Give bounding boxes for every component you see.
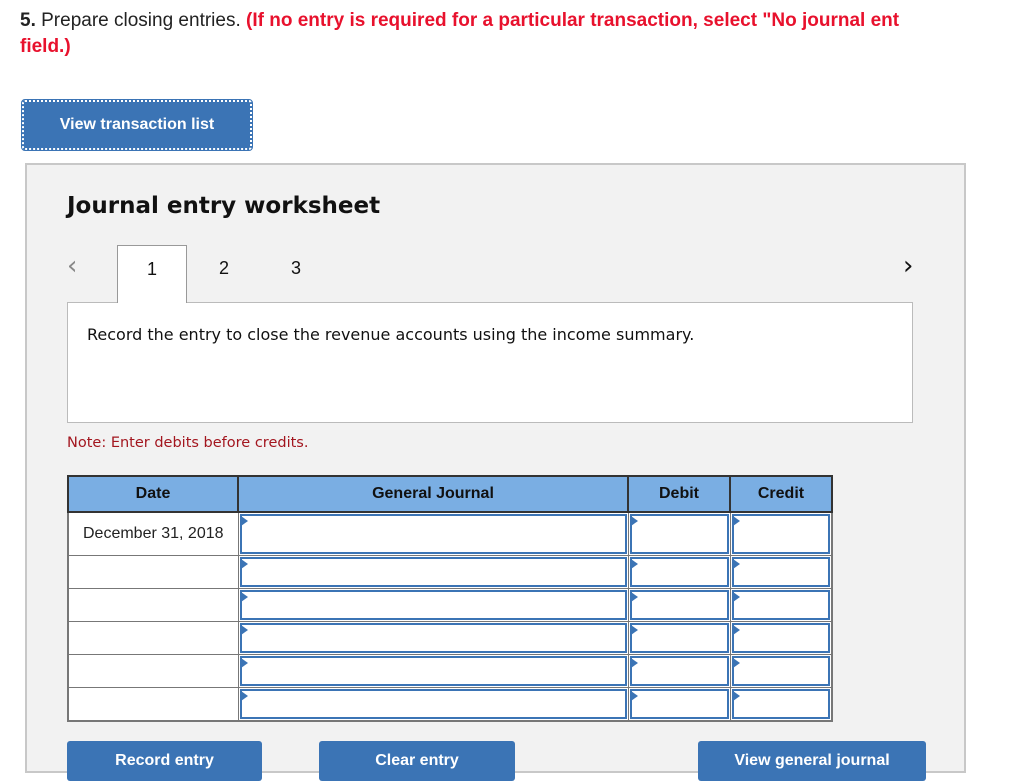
dropdown-flag-icon <box>732 516 740 526</box>
table-row <box>67 621 833 655</box>
tab-2[interactable]: 2 <box>189 245 259 303</box>
date-cell <box>67 555 239 589</box>
credit-input[interactable] <box>731 656 830 686</box>
account-input[interactable] <box>239 656 627 686</box>
journal-entry-worksheet-panel: Journal entry worksheet ‹ 1 2 3 › Record… <box>25 163 966 781</box>
table-row <box>67 555 833 589</box>
dropdown-flag-icon <box>240 516 248 526</box>
question-text: 5. Prepare closing entries. (If no entry… <box>20 8 1024 60</box>
note-text: Note: Enter debits before credits. <box>67 435 309 451</box>
dropdown-flag-icon <box>630 516 638 526</box>
debit-input[interactable] <box>629 514 729 554</box>
record-entry-button[interactable]: Record entry <box>67 741 262 781</box>
dropdown-flag-icon <box>732 625 740 635</box>
dropdown-flag-icon <box>630 559 638 569</box>
credit-input[interactable] <box>731 623 830 653</box>
table-row <box>67 654 833 688</box>
instruction-box: Record the entry to close the revenue ac… <box>67 302 913 423</box>
debit-input[interactable] <box>629 557 729 587</box>
dropdown-flag-icon <box>240 625 248 635</box>
worksheet-title: Journal entry worksheet <box>67 193 381 219</box>
date-cell <box>67 654 239 688</box>
credit-input[interactable] <box>731 514 830 554</box>
date-cell <box>67 687 239 722</box>
view-transaction-list-button[interactable]: View transaction list <box>21 99 253 151</box>
date-cell <box>67 588 239 622</box>
header-general-journal: General Journal <box>237 475 629 513</box>
instruction-text: Record the entry to close the revenue ac… <box>87 325 695 344</box>
question-hint: (If no entry is required for a particula… <box>246 10 900 31</box>
tab-1[interactable]: 1 <box>117 245 187 303</box>
account-input[interactable] <box>239 623 627 653</box>
dropdown-flag-icon <box>630 658 638 668</box>
table-row <box>67 687 833 722</box>
tab-3[interactable]: 3 <box>261 245 331 303</box>
clear-entry-button[interactable]: Clear entry <box>319 741 515 781</box>
account-input[interactable] <box>239 557 627 587</box>
account-input[interactable] <box>239 590 627 620</box>
debit-input[interactable] <box>629 689 729 719</box>
account-input[interactable] <box>239 689 627 719</box>
dropdown-flag-icon <box>630 592 638 602</box>
dropdown-flag-icon <box>732 658 740 668</box>
question-prompt: Prepare closing entries. <box>35 10 247 31</box>
debit-input[interactable] <box>629 623 729 653</box>
dropdown-flag-icon <box>732 559 740 569</box>
dropdown-flag-icon <box>630 691 638 701</box>
table-row: December 31, 2018 <box>67 511 833 556</box>
table-row <box>67 588 833 622</box>
question-hint-line2: field.) <box>20 36 71 57</box>
question-number: 5. <box>20 10 36 31</box>
dropdown-flag-icon <box>732 592 740 602</box>
dropdown-flag-icon <box>240 658 248 668</box>
account-input[interactable] <box>239 514 627 554</box>
dropdown-flag-icon <box>240 691 248 701</box>
header-debit: Debit <box>627 475 731 513</box>
credit-input[interactable] <box>731 689 830 719</box>
dropdown-flag-icon <box>240 559 248 569</box>
header-credit: Credit <box>729 475 833 513</box>
dropdown-flag-icon <box>240 592 248 602</box>
view-general-journal-button[interactable]: View general journal <box>698 741 926 781</box>
chevron-right-icon[interactable]: › <box>903 251 923 281</box>
credit-input[interactable] <box>731 590 830 620</box>
debit-input[interactable] <box>629 656 729 686</box>
dropdown-flag-icon <box>732 691 740 701</box>
dropdown-flag-icon <box>630 625 638 635</box>
header-date: Date <box>67 475 239 513</box>
date-cell: December 31, 2018 <box>67 511 239 556</box>
chevron-left-icon[interactable]: ‹ <box>67 251 87 281</box>
debit-input[interactable] <box>629 590 729 620</box>
journal-table: Date General Journal Debit Credit Decemb… <box>67 475 833 722</box>
table-header-row: Date General Journal Debit Credit <box>67 475 833 513</box>
date-cell <box>67 621 239 655</box>
credit-input[interactable] <box>731 557 830 587</box>
